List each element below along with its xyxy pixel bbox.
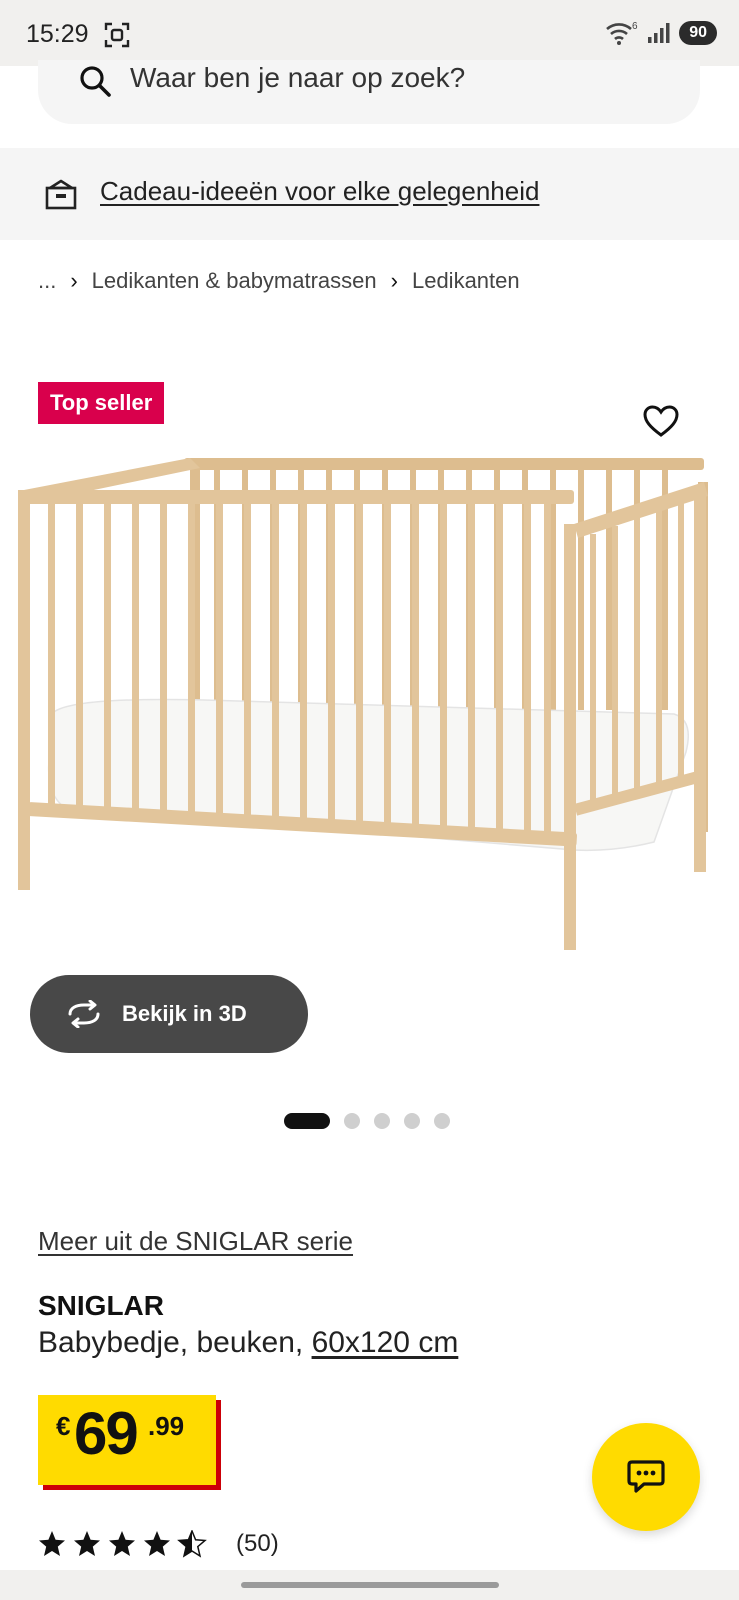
heart-icon[interactable] bbox=[642, 404, 680, 438]
top-seller-badge: Top seller bbox=[38, 382, 165, 424]
rotate-3d-icon bbox=[68, 1000, 100, 1028]
chat-button[interactable] bbox=[592, 1423, 700, 1531]
wifi-icon: 6 bbox=[606, 21, 638, 45]
product-name: SNIGLAR bbox=[38, 1290, 164, 1321]
carousel-dot[interactable] bbox=[434, 1113, 450, 1129]
battery-indicator: 90 bbox=[679, 21, 717, 45]
chevron-right-icon: › bbox=[390, 268, 398, 293]
search-icon bbox=[80, 66, 111, 97]
qr-scan-icon bbox=[104, 22, 130, 48]
carousel-dot[interactable] bbox=[344, 1113, 360, 1129]
rating-count: (50) bbox=[236, 1530, 279, 1557]
view-3d-label: Bekijk in 3D bbox=[122, 1001, 247, 1026]
status-bar: 15:29 6 90 bbox=[0, 0, 739, 66]
product-description: Babybedje, beuken, 60x120 cm bbox=[38, 1326, 458, 1360]
carousel-dot-active[interactable] bbox=[284, 1113, 330, 1129]
system-nav-bar bbox=[0, 1570, 739, 1600]
breadcrumb-item[interactable]: Ledikanten bbox=[412, 268, 520, 294]
home-gesture-handle[interactable] bbox=[241, 1582, 499, 1588]
star-icon bbox=[74, 1531, 100, 1556]
search-input[interactable]: Waar ben je naar op zoek? bbox=[130, 62, 465, 94]
signal-icon bbox=[648, 23, 670, 43]
status-time: 15:29 bbox=[26, 20, 89, 48]
product-rating[interactable]: (50) bbox=[38, 1530, 279, 1558]
star-rating-icons bbox=[39, 1530, 206, 1557]
gift-banner: Cadeau-ideeën voor elke gelegenheid bbox=[0, 148, 739, 240]
product-description-text: Babybedje, beuken, bbox=[38, 1326, 304, 1359]
price-tag: € 69 .99 bbox=[38, 1395, 216, 1485]
carousel-dot[interactable] bbox=[404, 1113, 420, 1129]
price-decimal: .99 bbox=[148, 1411, 185, 1441]
search-bar[interactable]: Waar ben je naar op zoek? bbox=[38, 60, 700, 124]
chat-icon bbox=[627, 1460, 665, 1493]
series-link[interactable]: Meer uit de SNIGLAR serie bbox=[38, 1226, 353, 1257]
star-half-icon bbox=[178, 1530, 206, 1557]
chevron-right-icon: › bbox=[70, 268, 78, 293]
carousel-dot[interactable] bbox=[374, 1113, 390, 1129]
gift-icon bbox=[45, 179, 77, 210]
price-currency: € bbox=[56, 1411, 71, 1441]
gift-ideas-link[interactable]: Cadeau-ideeën voor elke gelegenheid bbox=[100, 176, 539, 207]
carousel-dots bbox=[284, 1113, 450, 1129]
svg-text:6: 6 bbox=[632, 21, 638, 32]
star-icon bbox=[109, 1531, 135, 1556]
status-icons: 6 90 bbox=[605, 20, 717, 46]
product-image-crib[interactable] bbox=[14, 452, 726, 972]
product-size-link[interactable]: 60x120 cm bbox=[312, 1326, 459, 1359]
price-integer: 69 bbox=[74, 1400, 139, 1467]
star-icon bbox=[144, 1531, 170, 1556]
star-icon bbox=[39, 1531, 65, 1556]
view-3d-button[interactable]: Bekijk in 3D bbox=[30, 975, 308, 1053]
breadcrumb: ... › Ledikanten & babymatrassen › Ledik… bbox=[38, 268, 520, 294]
breadcrumb-item[interactable]: Ledikanten & babymatrassen bbox=[92, 268, 377, 294]
breadcrumb-ellipsis[interactable]: ... bbox=[38, 268, 56, 294]
